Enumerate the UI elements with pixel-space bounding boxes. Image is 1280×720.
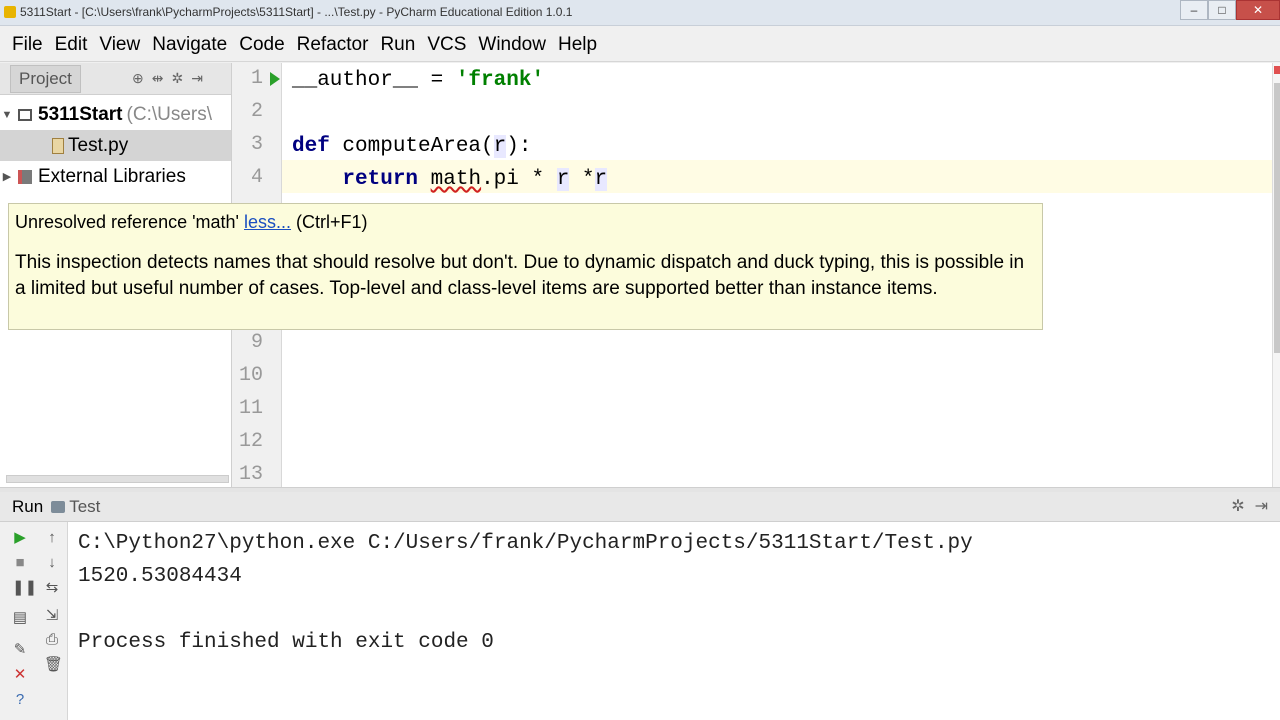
line-number: 4: [250, 166, 263, 189]
line-number: 3: [250, 133, 263, 156]
hide-panel-icon[interactable]: ⇥: [191, 70, 203, 87]
line-number: 1: [250, 67, 263, 90]
chevron-right-icon[interactable]: ▶: [0, 170, 14, 183]
console-line: Process finished with exit code 0: [78, 631, 494, 654]
error-marker[interactable]: [1274, 66, 1280, 74]
menu-edit[interactable]: Edit: [49, 28, 94, 62]
run-gutter-icon[interactable]: [270, 72, 280, 86]
keyword-def: def: [292, 135, 330, 158]
pycharm-app-icon: [4, 6, 16, 18]
menu-view[interactable]: View: [93, 28, 146, 62]
line-number: 2: [250, 100, 263, 123]
dump-threads-icon[interactable]: ▤: [12, 610, 28, 626]
python-file-icon: [52, 137, 64, 154]
menu-bar: File Edit View Navigate Code Refactor Ru…: [0, 28, 1280, 62]
folder-icon: [18, 108, 32, 121]
menu-file[interactable]: File: [6, 28, 49, 62]
project-root-name: 5311Start: [38, 103, 123, 125]
menu-run[interactable]: Run: [374, 28, 421, 62]
project-panel-header: Project ⊕ ⇹ ✲ ⇥: [0, 63, 231, 95]
menu-help[interactable]: Help: [552, 28, 603, 62]
run-panel-title: Run: [12, 496, 44, 516]
title-bar: 5311Start - [C:\Users\frank\PycharmProje…: [0, 0, 1280, 26]
rerun-icon[interactable]: ▶: [12, 530, 28, 546]
file-name: Test.py: [68, 134, 129, 156]
menu-refactor[interactable]: Refactor: [291, 28, 375, 62]
run-panel-header: Run Test ✲ ⇥: [0, 492, 1280, 522]
sync-icon[interactable]: ⊕: [132, 70, 144, 87]
stop-icon[interactable]: ■: [12, 555, 28, 571]
project-horizontal-scrollbar[interactable]: [6, 475, 229, 483]
soft-wrap-icon[interactable]: ⇆: [44, 580, 60, 596]
run-tab-test[interactable]: Test: [51, 497, 100, 517]
run-tab-label: Test: [69, 496, 101, 516]
expr-middle: .pi *: [481, 168, 557, 191]
scrollbar-thumb[interactable]: [1274, 83, 1280, 353]
python-config-icon: [51, 500, 66, 513]
collapse-all-icon[interactable]: ⇹: [152, 70, 164, 87]
unresolved-reference-math[interactable]: math: [431, 168, 481, 191]
tooltip-header: Unresolved reference 'math' less... (Ctr…: [15, 212, 368, 233]
string-literal: 'frank': [455, 69, 545, 92]
code-line-1: __author__ = 'frank': [292, 64, 544, 97]
inspection-tooltip: Unresolved reference 'math' less... (Ctr…: [8, 203, 1043, 330]
scroll-to-end-icon[interactable]: ⇲: [44, 608, 60, 624]
tooltip-description: This inspection detects names that shoul…: [15, 252, 1025, 299]
library-icon: [18, 169, 32, 184]
code-line-3: def computeArea(r):: [292, 130, 531, 163]
expr-op: *: [569, 168, 595, 191]
project-root-path: (C:\Users\: [126, 103, 213, 125]
arrow-up-icon[interactable]: ↑: [44, 530, 60, 546]
keyword-return: return: [342, 168, 419, 191]
var-r: r: [594, 168, 608, 191]
window-controls: – □ ✕: [1180, 0, 1280, 20]
help-icon[interactable]: ?: [12, 692, 28, 708]
menu-window[interactable]: Window: [472, 28, 552, 62]
line-number: 13: [238, 463, 263, 486]
print-icon[interactable]: ⎙: [44, 632, 60, 648]
tree-item-test-file[interactable]: Test.py: [0, 130, 231, 161]
run-console[interactable]: C:\Python27\python.exe C:/Users/frank/Py…: [68, 522, 1280, 720]
maximize-button[interactable]: □: [1208, 0, 1236, 20]
minimize-button[interactable]: –: [1180, 0, 1208, 20]
line-number: 11: [238, 397, 263, 420]
hide-panel-icon[interactable]: ⇥: [1255, 496, 1268, 516]
arrow-down-icon[interactable]: ↓: [44, 555, 60, 571]
author-assign: __author__ =: [292, 69, 456, 92]
signature-end: ):: [506, 135, 532, 158]
close-button[interactable]: ✕: [1236, 0, 1280, 20]
function-signature: computeArea(: [329, 135, 494, 158]
project-view-selector[interactable]: Project: [10, 64, 81, 93]
gear-icon[interactable]: ✲: [171, 70, 183, 87]
chevron-down-icon[interactable]: ▼: [0, 109, 14, 121]
libraries-label: External Libraries: [38, 165, 186, 187]
line-number: 9: [250, 331, 263, 354]
tooltip-less-link[interactable]: less...: [244, 212, 291, 232]
clear-all-icon[interactable]: 🗑: [44, 657, 63, 673]
editor-vertical-scrollbar[interactable]: [1272, 63, 1280, 487]
close-run-icon[interactable]: ✕: [12, 667, 28, 683]
pause-icon[interactable]: ❚❚: [12, 580, 37, 596]
console-line: C:\Python27\python.exe C:/Users/frank/Py…: [78, 532, 973, 555]
line-number: 12: [238, 430, 263, 453]
line-number: 10: [238, 364, 263, 387]
tree-item-project-root[interactable]: ▼ 5311Start (C:\Users\: [0, 99, 231, 130]
tree-item-external-libraries[interactable]: ▶ External Libraries: [0, 161, 231, 192]
run-toolbar: ▶ ■ ❚❚ ▤ ✎ ✕ ? ↑ ↓ ⇆ ⇲ ⎙ 🗑: [0, 522, 68, 720]
menu-code[interactable]: Code: [233, 28, 290, 62]
tooltip-message: Unresolved reference 'math': [15, 212, 239, 232]
run-panel-tools: ✲ ⇥: [1231, 496, 1268, 516]
console-line: 1520.53084434: [78, 565, 242, 588]
window-title: 5311Start - [C:\Users\frank\PycharmProje…: [20, 5, 573, 19]
param-r: r: [493, 135, 507, 158]
menu-navigate[interactable]: Navigate: [146, 28, 233, 62]
tooltip-shortcut: (Ctrl+F1): [296, 212, 368, 232]
var-r: r: [556, 168, 570, 191]
project-toolbar: ⊕ ⇹ ✲ ⇥: [132, 70, 203, 87]
code-line-4: return math.pi * r *r: [292, 163, 608, 196]
menu-vcs[interactable]: VCS: [421, 28, 472, 62]
gear-icon[interactable]: ✲: [1231, 496, 1244, 516]
pin-tab-icon[interactable]: ✎: [12, 642, 28, 658]
